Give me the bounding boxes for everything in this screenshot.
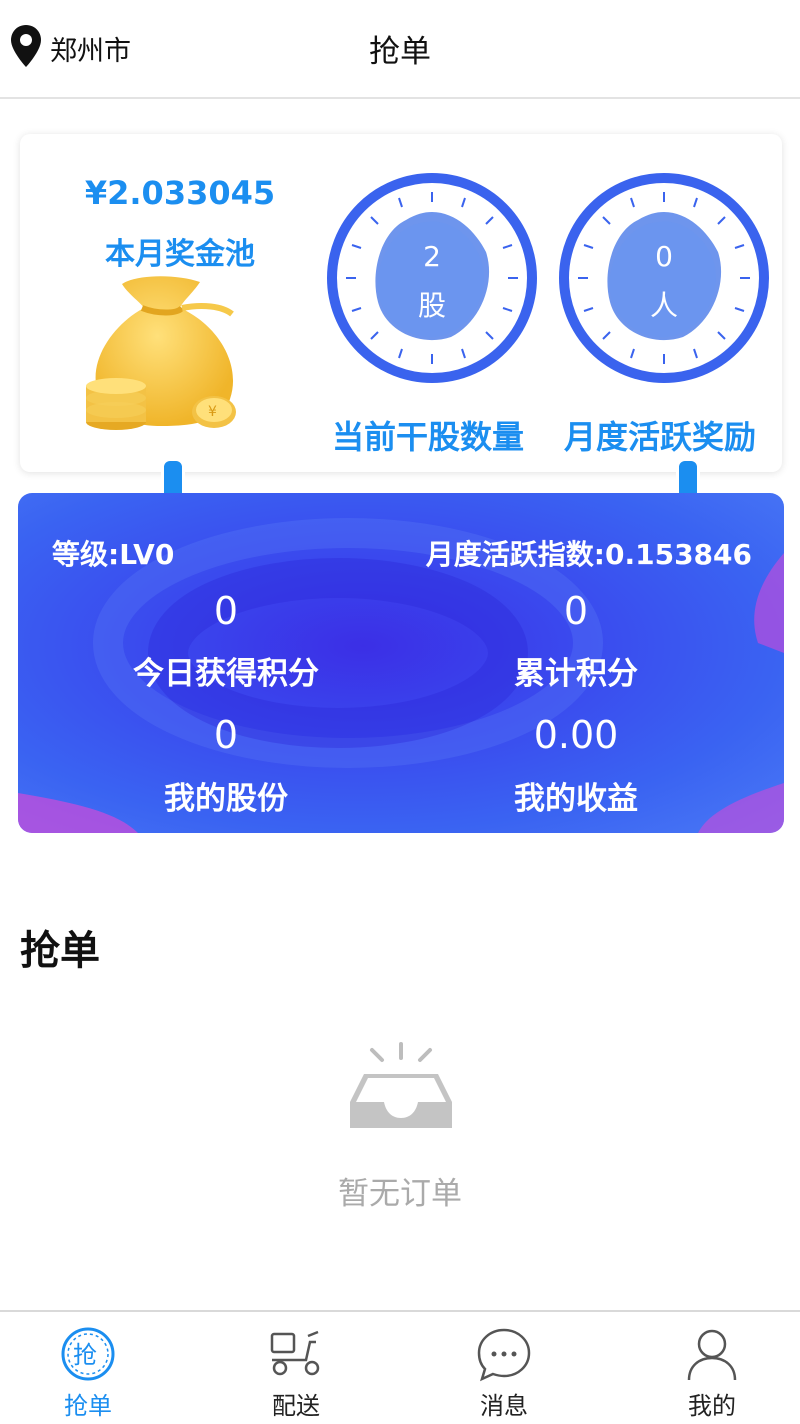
empty-inbox-icon	[346, 1040, 456, 1136]
activity-reward-caption: 月度活跃奖励	[564, 418, 757, 456]
message-icon	[476, 1326, 532, 1386]
activity-index-label: 月度活跃指数:0.153846	[425, 538, 752, 571]
shares-unit: 股	[417, 289, 446, 322]
scooter-icon	[268, 1326, 324, 1386]
total-points-value: 0	[563, 589, 589, 633]
level-label: 等级:LV0	[52, 538, 175, 571]
my-earnings-value: 0.00	[533, 713, 619, 757]
dial-ring-icon	[327, 173, 537, 383]
total-points-label: 累计积分	[514, 656, 638, 692]
orders-section-title: 抢单	[20, 928, 100, 974]
svg-text:抢: 抢	[73, 1341, 97, 1369]
my-shares-value: 0	[213, 713, 239, 757]
bonus-pool-card: ¥2.033045 本月奖金池 ¥ 2 股 当前干股数量 0 人 月度活跃奖励	[20, 134, 782, 472]
empty-orders-text: 暂无订单	[338, 1176, 462, 1212]
activity-reward-dial: 0 人	[558, 172, 770, 384]
svg-text:¥: ¥	[208, 404, 217, 420]
shares-dial: 2 股	[326, 172, 538, 384]
money-bag-icon: ¥	[82, 274, 262, 438]
tab-label: 我的	[688, 1392, 736, 1420]
profile-icon	[684, 1326, 740, 1386]
tab-profile[interactable]: 我的	[652, 1312, 772, 1424]
my-shares-label: 我的股份	[164, 781, 288, 817]
dial-ring-icon	[559, 173, 769, 383]
activity-reward-count: 0	[655, 240, 673, 273]
today-points-value: 0	[213, 589, 239, 633]
shares-caption: 当前干股数量	[332, 418, 525, 456]
tab-label: 消息	[480, 1392, 528, 1420]
bonus-pool-label: 本月奖金池	[105, 237, 255, 272]
grab-order-icon: 抢	[60, 1326, 116, 1386]
page-title: 抢单	[369, 34, 431, 70]
top-bar: 郑州市 抢单	[0, 0, 800, 99]
tab-label: 抢单	[64, 1392, 112, 1420]
bottom-tab-bar: 抢 抢单 配送 消息 我的	[0, 1310, 800, 1424]
my-earnings-label: 我的收益	[514, 781, 638, 817]
today-points-label: 今日获得积分	[133, 656, 319, 692]
tab-grab-order[interactable]: 抢 抢单	[28, 1312, 148, 1424]
stats-panel: 等级:LV0 月度活跃指数:0.153846 0 今日获得积分 0 累计积分 0…	[18, 493, 784, 833]
tab-messages[interactable]: 消息	[444, 1312, 564, 1424]
shares-count: 2	[423, 240, 441, 273]
tab-label: 配送	[272, 1392, 320, 1420]
tab-delivery[interactable]: 配送	[236, 1312, 356, 1424]
bonus-pool-amount: ¥2.033045	[84, 174, 276, 212]
activity-reward-unit: 人	[649, 289, 678, 322]
